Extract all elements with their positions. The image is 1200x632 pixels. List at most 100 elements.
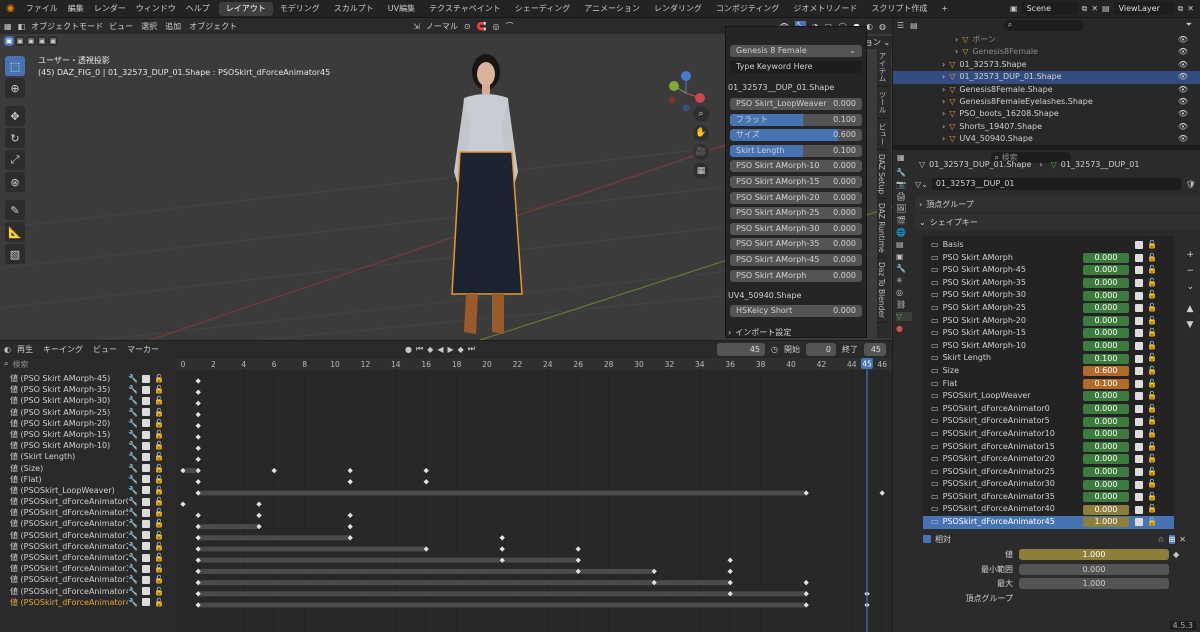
fake-user-icon[interactable]: 🛡 [1186, 180, 1196, 189]
wrench-icon[interactable]: 🔧 [128, 507, 138, 518]
shape-key-mute-checkbox[interactable] [1135, 304, 1143, 313]
lock-icon[interactable]: 🔓 [154, 563, 164, 574]
pivot-icon[interactable]: ⊙ [464, 22, 471, 31]
current-frame-field[interactable]: 45 [717, 342, 766, 356]
menu-item[interactable]: 編集 [63, 0, 89, 18]
material-shading-icon[interactable]: ◐ [866, 22, 873, 31]
lock-icon[interactable]: 🔓 [1147, 252, 1157, 265]
shape-key-row[interactable]: ▭ PSO Skirt AMorph-10 0.000 🔓 [923, 340, 1174, 353]
shape-key-row[interactable]: ▭ PSO Skirt AMorph-35 0.000 🔓 [923, 277, 1174, 290]
lock-icon[interactable]: 🔓 [1147, 453, 1157, 466]
channel-checkbox[interactable] [141, 385, 150, 394]
tool-tab-icon[interactable]: 🔧 [896, 168, 912, 177]
shape-key-row[interactable]: ▭ PSO Skirt AMorph 0.000 🔓 [923, 252, 1174, 265]
sidebar-tab[interactable]: Daz To Blender [877, 258, 886, 323]
sidebar-tab[interactable]: DAZ Setup [877, 150, 886, 200]
shape-key-value[interactable]: 0.000 [1083, 265, 1129, 276]
shape-key-value[interactable]: 0.000 [1083, 504, 1129, 515]
measure-icon[interactable]: 📐 [5, 222, 25, 242]
expand-icon[interactable]: › [955, 46, 958, 58]
wrench-icon[interactable]: 🔧 [128, 373, 138, 384]
wrench-icon[interactable]: 🔧 [128, 552, 138, 563]
wrench-icon[interactable]: 🔧 [128, 541, 138, 552]
lock-icon[interactable]: 🔓 [1147, 239, 1157, 252]
shape-edit-icon[interactable]: ⊞ [1168, 534, 1176, 544]
data-tab-icon[interactable]: ▽ [896, 312, 912, 321]
shape-key-value[interactable]: 0.000 [1083, 341, 1129, 352]
shape-key-value[interactable]: 0.000 [1083, 441, 1129, 452]
shape-key-row[interactable]: ▭ Flat 0.100 🔓 [923, 378, 1174, 391]
shape-key-value[interactable]: 0.600 [1083, 366, 1129, 377]
scene-selector[interactable]: Scene [1021, 2, 1078, 15]
morph-slider[interactable]: PSO Skirt AMorph-35 0.000 [730, 238, 862, 251]
workspace-tab[interactable]: スクリプト作成 [864, 2, 934, 16]
shape-key-mute-checkbox[interactable] [1135, 467, 1143, 476]
lock-icon[interactable]: 🔓 [154, 463, 164, 474]
outliner-item[interactable]: › ▽ 01_32573_DUP_01.Shape 👁 [893, 71, 1200, 84]
outliner-search-input[interactable]: ⌕ [1003, 19, 1084, 31]
channel-row[interactable]: 値 (PSOSkirt_dForceAnimator10) 🔧 🔓 [0, 518, 176, 529]
shape-key-value[interactable]: 0.100 [1083, 378, 1129, 389]
expand-icon[interactable]: › [942, 71, 945, 83]
channel-checkbox[interactable] [141, 475, 150, 484]
menu-item[interactable]: レンダー [89, 0, 131, 18]
wrench-icon[interactable]: 🔧 [128, 407, 138, 418]
channel-row[interactable]: 値 (PSOSkirt_LoopWeaver) 🔧 🔓 [0, 485, 176, 496]
morph-slider[interactable]: PSO Skirt AMorph-30 0.000 [730, 222, 862, 235]
select-box-icon[interactable]: ⬚ [5, 56, 25, 76]
channel-row[interactable]: 値 (PSO Skirt AMorph-30) 🔧 🔓 [0, 395, 176, 406]
wrench-icon[interactable]: 🔧 [128, 440, 138, 451]
shape-key-row[interactable]: ▭ PSO Skirt AMorph-45 0.000 🔓 [923, 264, 1174, 277]
channel-checkbox[interactable] [141, 486, 150, 495]
shape-key-row[interactable]: ▭ PSOSkirt_dForceAnimator20 0.000 🔓 [923, 453, 1174, 466]
lock-icon[interactable]: 🔓 [1147, 264, 1157, 277]
workspace-tab[interactable]: スカルプト [327, 2, 381, 16]
mode-selector[interactable]: オブジェクトモード [31, 21, 103, 32]
channel-checkbox[interactable] [141, 497, 150, 506]
copy-icon[interactable]: ⧉ [1178, 4, 1184, 14]
collection-tab-icon[interactable]: ▤ [896, 240, 912, 249]
channel-row[interactable]: 値 (PSO Skirt AMorph-10) 🔧 🔓 [0, 440, 176, 451]
select-intersect-icon[interactable]: ▣ [48, 36, 58, 46]
viewport-menu-item[interactable]: 選択 [141, 21, 157, 32]
next-key-icon[interactable]: ◆ [458, 345, 464, 354]
relative-checkbox[interactable] [923, 535, 931, 543]
render-tab-icon[interactable]: 📷 [896, 180, 912, 189]
channel-row[interactable]: 値 (Flat) 🔧 🔓 [0, 474, 176, 485]
shape-key-row[interactable]: ▭ Size 0.600 🔓 [923, 365, 1174, 378]
lock-icon[interactable]: 🔓 [154, 440, 164, 451]
rotate-icon[interactable]: ↻ [5, 128, 25, 148]
shape-key-row[interactable]: ▭ PSOSkirt_dForceAnimator5 0.000 🔓 [923, 415, 1174, 428]
lock-icon[interactable]: 🔓 [1147, 415, 1157, 428]
shape-key-value[interactable]: 0.000 [1083, 391, 1129, 402]
lock-icon[interactable]: 🔓 [1147, 403, 1157, 416]
properties-editor-icon[interactable]: ▦ [897, 153, 905, 162]
add-workspace-button[interactable]: + [934, 2, 955, 16]
channel-row[interactable]: 値 (PSOSkirt_dForceAnimator30) 🔧 🔓 [0, 563, 176, 574]
shape-key-row[interactable]: ▭ PSOSkirt_dForceAnimator10 0.000 🔓 [923, 428, 1174, 441]
import-settings-panel[interactable]: › インポート設定 [726, 321, 866, 338]
morph-slider[interactable]: PSO Skirt AMorph-10 0.000 [730, 160, 862, 173]
expand-icon[interactable]: › [942, 96, 945, 108]
shape-key-mute-checkbox[interactable] [1135, 253, 1143, 262]
channel-row[interactable]: 値 (PSOSkirt_dForceAnimator5) 🔧 🔓 [0, 507, 176, 518]
channel-row[interactable]: 値 (PSO Skirt AMorph-35) 🔧 🔓 [0, 384, 176, 395]
sidebar-tab[interactable]: DAZ Runtime [877, 199, 886, 258]
channel-checkbox[interactable] [141, 508, 150, 517]
viewlayer-selector[interactable]: ViewLayer [1113, 2, 1174, 15]
play-icon[interactable]: ▶ [447, 345, 453, 354]
timeline-editor-icon[interactable]: ◐ [4, 345, 11, 354]
expand-icon[interactable]: › [942, 121, 945, 133]
move-down-icon[interactable]: ▼ [1186, 320, 1194, 330]
rendered-shading-icon[interactable]: ◍ [879, 22, 886, 31]
lock-icon[interactable]: 🔓 [154, 418, 164, 429]
morph-slider[interactable]: PSO Skirt AMorph-25 0.000 [730, 207, 862, 220]
wrench-icon[interactable]: 🔧 [128, 429, 138, 440]
keyword-search-input[interactable]: Type Keyword Here [730, 61, 862, 73]
channel-row[interactable]: 値 (PSOSkirt_dForceAnimator40) 🔧 🔓 [0, 586, 176, 597]
orientation-selector[interactable]: ノーマル [426, 21, 458, 32]
channel-checkbox[interactable] [141, 575, 150, 584]
channel-row[interactable]: 値 (PSO Skirt AMorph-20) 🔧 🔓 [0, 418, 176, 429]
lock-icon[interactable]: 🔓 [154, 496, 164, 507]
channel-checkbox[interactable] [141, 452, 150, 461]
